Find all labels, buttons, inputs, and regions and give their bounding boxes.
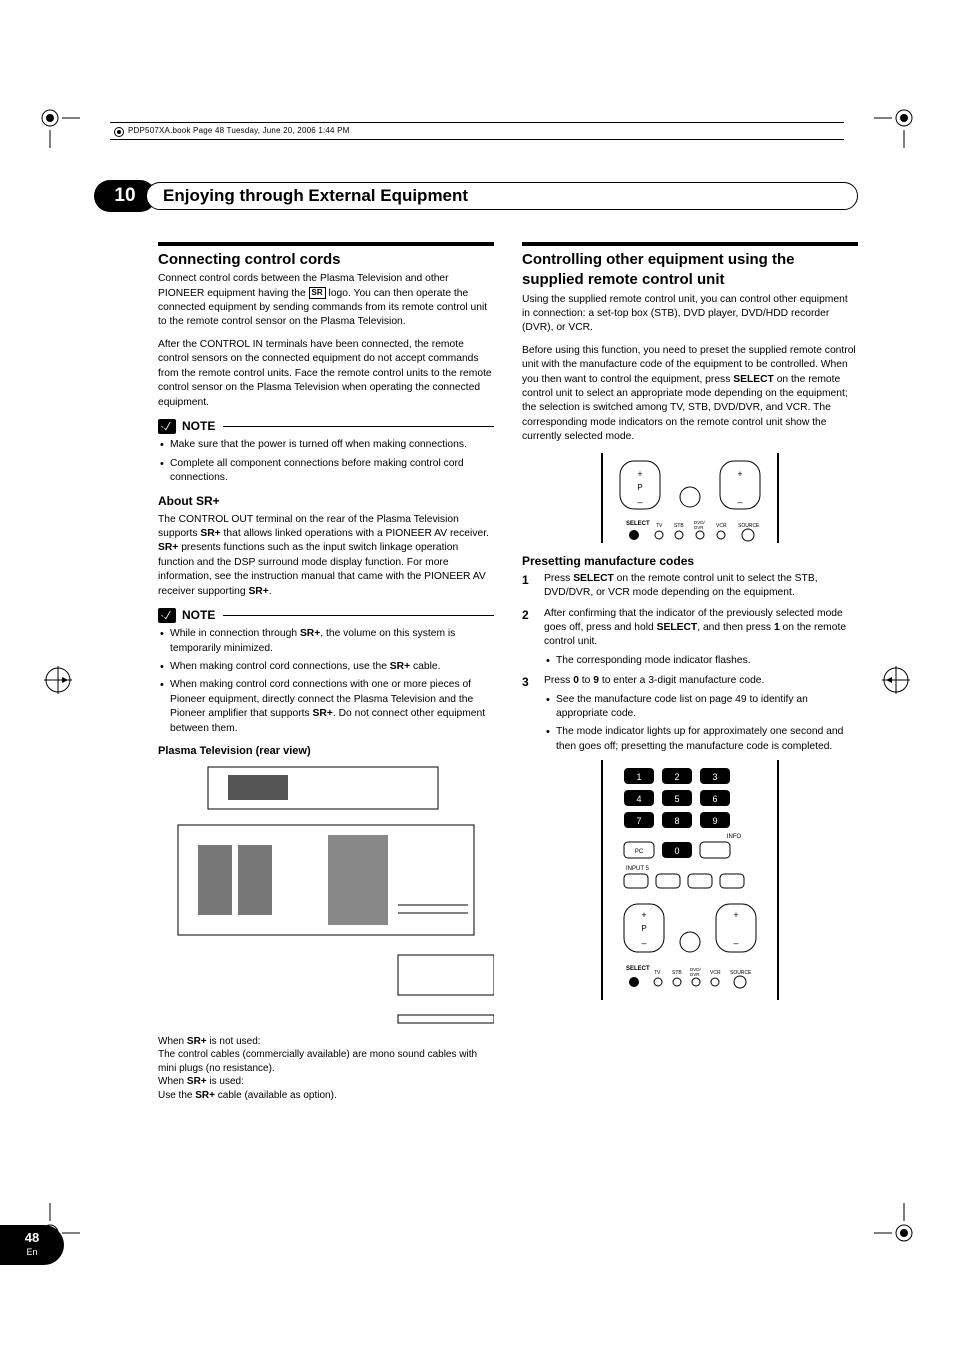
book-header-text: PDP507XA.book Page 48 Tuesday, June 20, … (128, 126, 350, 137)
figure-remote-select: + P – + – SELECT TV STB DVD/DVR VCR SOUR… (522, 453, 858, 543)
svg-text:2: 2 (674, 772, 679, 782)
note1-item: Make sure that the power is turned off w… (158, 438, 494, 452)
crop-mark-br (874, 1203, 914, 1243)
note2-item: When making control cord connections, us… (158, 660, 494, 674)
registration-mark-right (882, 666, 910, 694)
svg-text:SOURCE: SOURCE (738, 523, 760, 529)
para-controlling-2: Before using this function, you need to … (522, 344, 858, 445)
svg-text:1: 1 (636, 772, 641, 782)
crop-mark-tl (40, 108, 80, 148)
note-header-2: NOTE (158, 607, 494, 623)
svg-text:–: – (641, 938, 646, 948)
sr-logo-icon: SR (309, 287, 326, 299)
right-column: Controlling other equipment using the su… (522, 242, 858, 1102)
note-rule (223, 615, 494, 616)
svg-text:DVR: DVR (694, 525, 704, 530)
note-header-1: NOTE (158, 418, 494, 434)
svg-text:SELECT: SELECT (626, 966, 650, 972)
svg-text:STB: STB (674, 523, 684, 529)
svg-text:5: 5 (674, 794, 679, 804)
svg-text:VCR: VCR (710, 970, 721, 976)
svg-text:+: + (733, 910, 738, 920)
crop-mark-tr (874, 108, 914, 148)
step-3: Press 0 to 9 to enter a 3-digit manufact… (522, 674, 858, 754)
svg-text:–: – (737, 497, 742, 507)
svg-text:6: 6 (712, 794, 717, 804)
step2-sub: The corresponding mode indicator flashes… (544, 654, 858, 668)
heading-preset: Presetting manufacture codes (522, 553, 858, 569)
book-header-icon (114, 127, 124, 137)
para-connect-1: Connect control cords between the Plasma… (158, 272, 494, 330)
svg-text:P: P (637, 483, 642, 492)
figure-remote-keypad: 1 2 3 4 5 6 7 8 9 0 PC (522, 760, 858, 1000)
svg-text:SOURCE: SOURCE (730, 970, 752, 976)
note-label: NOTE (182, 418, 215, 434)
svg-text:TV: TV (656, 523, 663, 529)
chapter-title: Enjoying through External Equipment (146, 182, 858, 210)
svg-text:PC: PC (635, 849, 644, 855)
book-header: PDP507XA.book Page 48 Tuesday, June 20, … (110, 122, 844, 140)
svg-text:8: 8 (674, 816, 679, 826)
page-number-tab: 48 En (0, 1225, 64, 1265)
left-column: Connecting control cords Connect control… (158, 242, 494, 1102)
para-about-sr: The CONTROL OUT terminal on the rear of … (158, 513, 494, 599)
note-rule (223, 426, 494, 427)
page-number: 48 (25, 1231, 39, 1244)
svg-text:INPUT 5: INPUT 5 (626, 866, 650, 872)
note1-item: Complete all component connections befor… (158, 457, 494, 486)
step3-sub: The mode indicator lights up for approxi… (544, 725, 858, 754)
svg-text:VCR: VCR (716, 523, 727, 529)
svg-text:7: 7 (636, 816, 641, 826)
step-2: After confirming that the indicator of t… (522, 607, 858, 669)
step-1: Press SELECT on the remote control unit … (522, 572, 858, 601)
svg-text:STB: STB (672, 970, 682, 976)
heading-controlling: Controlling other equipment using the su… (522, 242, 858, 291)
note-icon (158, 608, 176, 623)
svg-text:+: + (641, 910, 646, 920)
para-controlling-1: Using the supplied remote control unit, … (522, 293, 858, 336)
note-label: NOTE (182, 607, 215, 623)
registration-mark-left (44, 666, 72, 694)
heading-connecting: Connecting control cords (158, 242, 494, 270)
svg-text:INFO: INFO (727, 834, 742, 840)
note-icon (158, 419, 176, 434)
svg-text:+: + (637, 469, 642, 479)
svg-text:P: P (641, 924, 646, 933)
note2-item: While in connection through SR+, the vol… (158, 627, 494, 656)
svg-text:9: 9 (712, 816, 717, 826)
svg-text:0: 0 (674, 846, 679, 856)
svg-text:TV: TV (654, 970, 661, 976)
svg-text:SELECT: SELECT (626, 521, 650, 527)
heading-about-sr: About SR+ (158, 493, 494, 509)
svg-text:–: – (733, 938, 738, 948)
para-connect-2: After the CONTROL IN terminals have been… (158, 338, 494, 410)
caption-rear-view: Plasma Television (rear view) (158, 744, 494, 759)
cable-notes: When SR+ is not used: The control cables… (158, 1035, 494, 1103)
page-lang: En (26, 1246, 37, 1258)
svg-text:+: + (737, 469, 742, 479)
svg-text:4: 4 (636, 794, 641, 804)
step3-sub: See the manufacture code list on page 49… (544, 693, 858, 722)
svg-text:DVR: DVR (690, 972, 700, 977)
figure-rear-panel (158, 765, 494, 1025)
svg-text:–: – (637, 497, 642, 507)
note2-item: When making control cord connections wit… (158, 678, 494, 736)
svg-text:3: 3 (712, 772, 717, 782)
